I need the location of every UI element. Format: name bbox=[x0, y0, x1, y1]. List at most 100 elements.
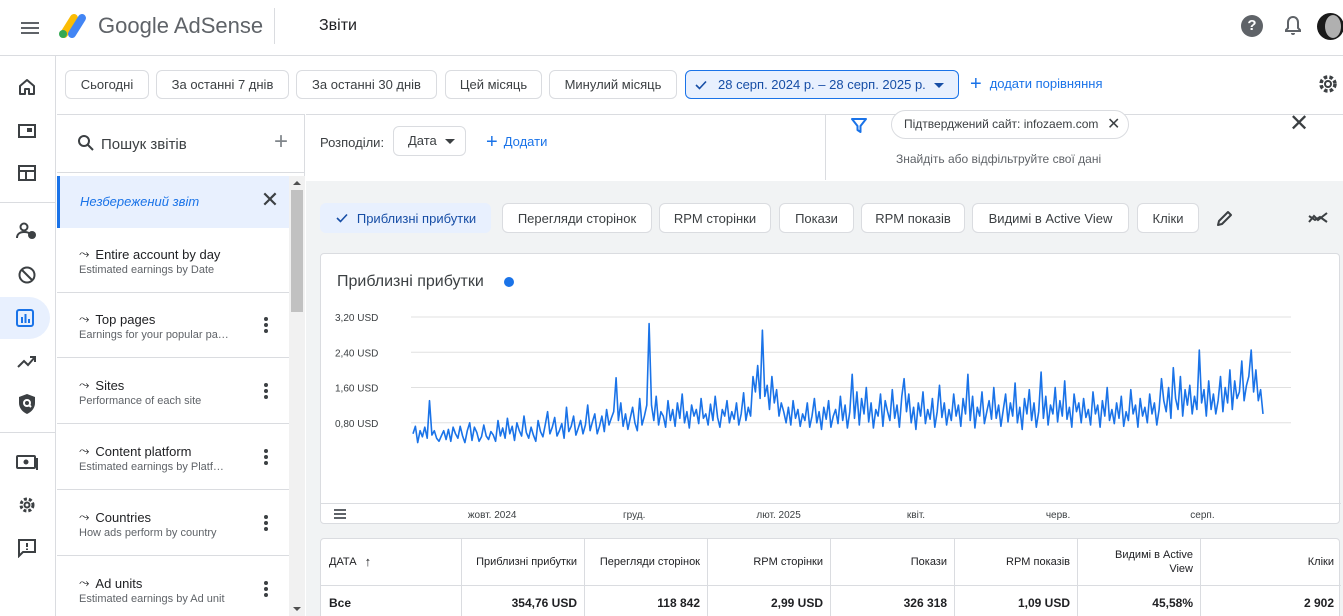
table-header[interactable]: RPM показів bbox=[955, 539, 1078, 585]
help-icon[interactable]: ? bbox=[1241, 15, 1263, 37]
date-range-picker[interactable]: 28 серп. 2024 р. – 28 серп. 2025 р. bbox=[685, 70, 959, 99]
table-header[interactable]: Покази bbox=[831, 539, 955, 585]
report-trend-icon: ⤳ bbox=[79, 443, 90, 458]
settings-icon[interactable] bbox=[4, 484, 50, 526]
table-cell: 354,76 USD bbox=[462, 585, 585, 616]
scroll-thumb[interactable] bbox=[291, 190, 303, 312]
brand-safety-icon[interactable] bbox=[4, 383, 50, 425]
more-options-icon[interactable] bbox=[257, 315, 275, 337]
earnings-series-line bbox=[412, 322, 1264, 444]
more-options-icon[interactable] bbox=[257, 579, 275, 601]
table-header-date[interactable]: ДАТА ↑ bbox=[321, 539, 462, 585]
report-list-item[interactable]: ⤳ Countries How ads perform by country bbox=[57, 492, 289, 556]
app-name: Google AdSense bbox=[98, 13, 264, 38]
search-icon bbox=[78, 135, 94, 151]
report-list-item[interactable]: ⤳ Entire account by day Estimated earning… bbox=[57, 229, 289, 293]
account-avatar[interactable] bbox=[1317, 13, 1343, 40]
report-search-input[interactable] bbox=[101, 133, 261, 155]
report-list-item[interactable]: ⤳ Content platform Estimated earnings by … bbox=[57, 426, 289, 490]
filter-funnel-icon bbox=[851, 118, 867, 133]
report-trend-icon: ⤳ bbox=[79, 311, 90, 326]
metric-chip-impressions[interactable]: Покази bbox=[779, 203, 854, 233]
metric-chip-page-views[interactable]: Перегляди сторінок bbox=[502, 203, 652, 233]
report-title: Countries bbox=[95, 509, 152, 525]
plus-icon: + bbox=[486, 130, 498, 153]
more-options-icon[interactable] bbox=[257, 447, 275, 469]
date-filter-today[interactable]: Сьогодні bbox=[65, 70, 149, 99]
earnings-line-chart: 3,20 USD2,40 USD1,60 USD0,80 USDжовт. 20… bbox=[335, 313, 1291, 521]
table-cell: 118 842 bbox=[585, 585, 708, 616]
notifications-bell-icon[interactable] bbox=[1281, 14, 1305, 38]
table-cell: 2,99 USD bbox=[708, 585, 831, 616]
report-settings-gear-icon[interactable] bbox=[1316, 72, 1340, 96]
top-bar: Google AdSense Звіти ? bbox=[0, 0, 1343, 56]
payments-icon[interactable] bbox=[4, 441, 50, 483]
report-subtitle: Estimated earnings by Platf… bbox=[79, 461, 224, 473]
report-list-item[interactable]: ⤳ Sites Performance of each site bbox=[57, 360, 289, 424]
y-tick-label: 3,20 USD bbox=[335, 313, 378, 324]
optimization-icon[interactable] bbox=[4, 341, 50, 383]
date-filter-last-month[interactable]: Минулий місяць bbox=[549, 70, 677, 99]
metric-chip-estimated-earnings[interactable]: Приблизні прибутки bbox=[320, 203, 491, 233]
date-filter-this-month[interactable]: Цей місяць bbox=[445, 70, 542, 99]
left-navigation-rail bbox=[0, 56, 56, 616]
unsaved-report-item[interactable]: Незбережений звіт ✕ bbox=[57, 176, 289, 228]
metric-chip-impression-rpm[interactable]: RPM показів bbox=[861, 203, 965, 233]
table-cell: 326 318 bbox=[831, 585, 955, 616]
ads-icon[interactable] bbox=[4, 110, 50, 152]
y-tick-label: 1,60 USD bbox=[335, 384, 378, 395]
metric-label: Приблизні прибутки bbox=[356, 210, 477, 226]
rail-divider bbox=[0, 202, 56, 203]
date-filter-last-30-days[interactable]: За останні 30 днів bbox=[296, 70, 437, 99]
metric-chip-active-view[interactable]: Видимі в Active View bbox=[972, 203, 1129, 233]
reports-icon[interactable] bbox=[0, 297, 50, 339]
chart-legend-menu-icon[interactable] bbox=[334, 509, 346, 519]
remove-filter-close-icon[interactable]: ✕ bbox=[1107, 111, 1120, 138]
report-trend-icon: ⤳ bbox=[79, 246, 90, 261]
dimension-select[interactable]: Дата bbox=[393, 126, 466, 156]
report-subtitle: Estimated earnings by Ad unit bbox=[79, 593, 225, 605]
more-options-icon[interactable] bbox=[257, 381, 275, 403]
more-options-icon[interactable] bbox=[257, 513, 275, 535]
report-trend-icon: ⤳ bbox=[79, 377, 90, 392]
sites-icon[interactable] bbox=[4, 152, 50, 194]
table-header-label: ДАТА bbox=[329, 556, 357, 568]
report-list-item[interactable]: ⤳ Ad units Estimated earnings by Ad unit bbox=[57, 558, 289, 616]
table-header[interactable]: Кліки bbox=[1201, 539, 1341, 585]
close-icon[interactable]: ✕ bbox=[258, 189, 282, 213]
scroll-down-arrow-icon[interactable] bbox=[293, 607, 301, 611]
metric-chip-page-rpm[interactable]: RPM сторінки bbox=[659, 203, 771, 233]
report-list-item[interactable]: ⤳ Top pages Earnings for your popular pa… bbox=[57, 294, 289, 358]
report-title: Sites bbox=[95, 377, 125, 393]
close-filter-panel-icon[interactable]: ✕ bbox=[1288, 112, 1310, 136]
table-header[interactable]: Перегляди сторінок bbox=[585, 539, 708, 585]
table-header[interactable]: RPM сторінки bbox=[708, 539, 831, 585]
home-icon[interactable] bbox=[4, 66, 50, 108]
privacy-messaging-icon[interactable] bbox=[4, 210, 50, 252]
report-title: Ad units bbox=[95, 575, 143, 591]
report-subtitle: Earnings for your popular pa… bbox=[79, 329, 229, 341]
filter-panel: Підтверджений сайт: infozaem.com ✕ Знайд… bbox=[825, 110, 1343, 180]
table-header[interactable]: Приблизні прибутки bbox=[462, 539, 585, 585]
table-header[interactable]: Видимі в Active View bbox=[1078, 539, 1201, 585]
earnings-chart-card: Приблизні прибутки 3,20 USD 2,40 USD 1,60 … bbox=[320, 253, 1341, 524]
add-dimension-label: Додати bbox=[503, 134, 548, 149]
main-menu-button[interactable] bbox=[14, 12, 46, 44]
add-comparison-link[interactable]: + додати порівняння bbox=[970, 74, 1103, 94]
metric-chip-clicks[interactable]: Кліки bbox=[1137, 203, 1199, 233]
site-filter-chip[interactable]: Підтверджений сайт: infozaem.com ✕ bbox=[891, 110, 1130, 139]
edit-metrics-pencil-icon[interactable] bbox=[1215, 208, 1235, 228]
feedback-icon[interactable] bbox=[4, 527, 50, 569]
add-dimension-button[interactable]: + Додати bbox=[486, 130, 548, 153]
blocking-controls-icon[interactable] bbox=[4, 254, 50, 296]
scroll-up-arrow-icon[interactable] bbox=[293, 181, 301, 185]
chart-type-trend-icon[interactable] bbox=[1307, 208, 1329, 228]
saved-reports-panel: + Незбережений звіт ✕ ⤳ Entire account by… bbox=[57, 114, 305, 616]
sort-arrow-up-icon: ↑ bbox=[364, 554, 372, 569]
report-table: ДАТА ↑ Приблизні прибутки Перегляди стор… bbox=[320, 538, 1341, 616]
reports-scrollbar[interactable] bbox=[289, 176, 305, 616]
filter-search-input[interactable]: Знайдіть або відфільтруйте свої дані bbox=[896, 152, 1101, 166]
date-filter-last-7-days[interactable]: За останні 7 днів bbox=[156, 70, 289, 99]
new-report-plus-icon[interactable]: + bbox=[269, 130, 293, 155]
y-tick-label: 2,40 USD bbox=[335, 348, 378, 359]
